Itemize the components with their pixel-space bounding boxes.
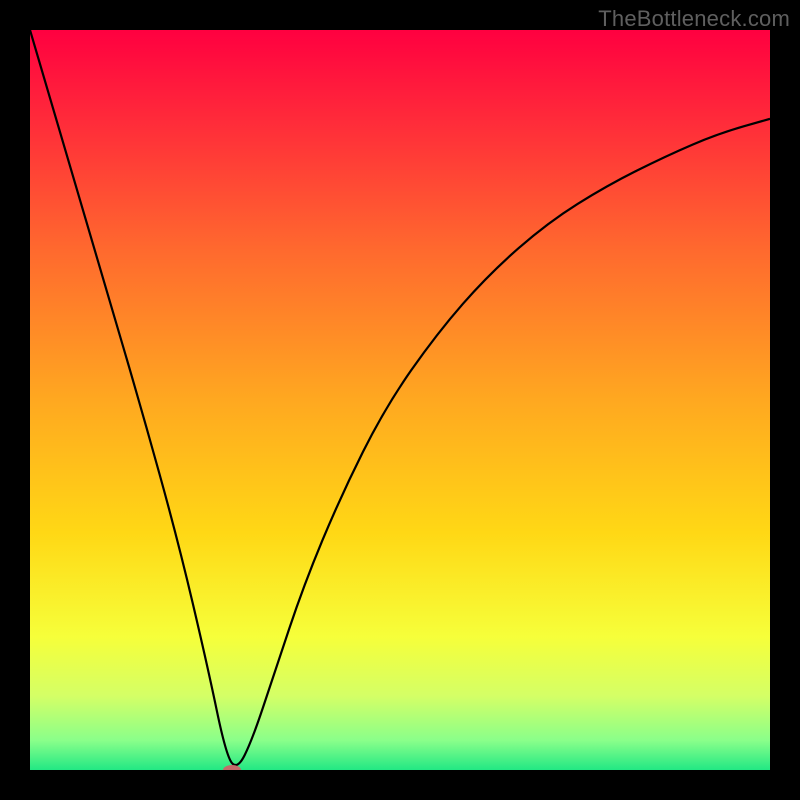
- bottleneck-chart: [30, 30, 770, 770]
- chart-container: TheBottleneck.com: [0, 0, 800, 800]
- gradient-background: [30, 30, 770, 770]
- attribution-label: TheBottleneck.com: [598, 6, 790, 32]
- plot-area: [30, 30, 770, 770]
